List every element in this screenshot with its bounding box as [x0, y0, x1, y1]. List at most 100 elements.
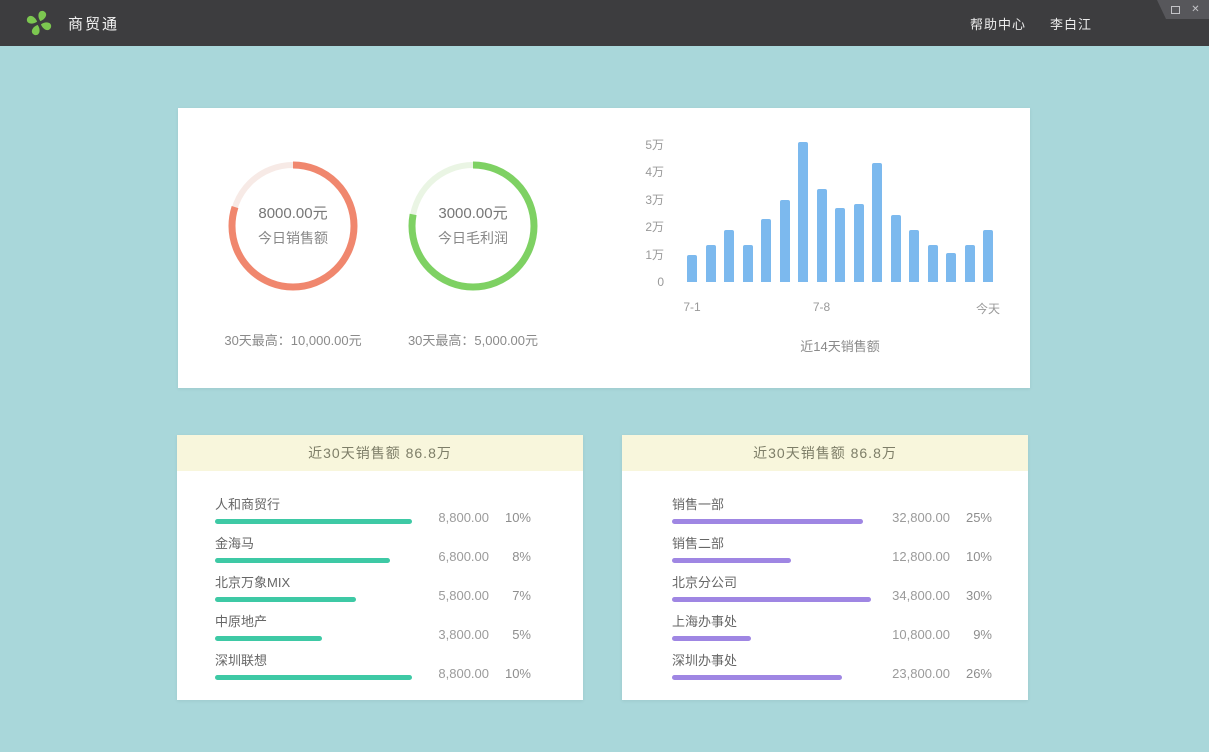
row-percent: 10% [489, 510, 531, 525]
row-figures: 34,800.00 30% [874, 588, 992, 603]
y-axis-tick: 5万 [638, 137, 664, 153]
row-percent: 10% [489, 666, 531, 681]
donut-chart: 3000.00元 今日毛利润 [408, 161, 538, 291]
row-main: 深圳联想 [215, 653, 413, 680]
row-figures: 6,800.00 8% [413, 549, 531, 564]
row-amount: 12,800.00 [874, 549, 950, 564]
help-center-link[interactable]: 帮助中心 [970, 14, 1026, 33]
close-icon: ✕ [1191, 5, 1199, 15]
bar [761, 219, 771, 282]
row-label: 深圳联想 [215, 653, 413, 669]
bar [835, 208, 845, 282]
donut-chart: 8000.00元 今日销售额 [228, 161, 358, 291]
customer-sales-panel: 近30天销售额 86.8万 人和商贸行 8,800.00 10% 金海马 6,8… [177, 435, 583, 700]
row-figures: 8,800.00 10% [413, 666, 531, 681]
progress-bar [215, 675, 412, 680]
progress-bar [215, 558, 390, 563]
donut-widget: 3000.00元 今日毛利润 30天最高：5,000.00元 [378, 153, 568, 349]
row-percent: 25% [950, 510, 992, 525]
row-amount: 5,800.00 [413, 588, 489, 603]
row-amount: 6,800.00 [413, 549, 489, 564]
minimize-button[interactable] [1150, 4, 1161, 16]
row-main: 金海马 [215, 536, 413, 563]
row-amount: 3,800.00 [413, 627, 489, 642]
progress-bar [215, 597, 356, 602]
row-figures: 5,800.00 7% [413, 588, 531, 603]
row-percent: 5% [489, 627, 531, 642]
bar [872, 163, 882, 282]
row-percent: 9% [950, 627, 992, 642]
row-label: 北京万象MIX [215, 575, 413, 591]
list-item: 北京分公司 34,800.00 30% [672, 575, 992, 602]
app-logo-pinwheel-icon [24, 8, 54, 38]
bar [743, 245, 753, 282]
user-menu[interactable]: 李白江 [1050, 14, 1092, 33]
donut-center-text: 3000.00元 今日毛利润 [408, 161, 538, 291]
main-content: 8000.00元 今日销售额 30天最高：10,000.00元 3000.00元… [0, 46, 1209, 700]
row-main: 北京分公司 [672, 575, 874, 602]
row-percent: 7% [489, 588, 531, 603]
progress-bar [215, 636, 322, 641]
x-axis-label: 今天 [976, 300, 1000, 317]
bar [798, 142, 808, 282]
donut-label: 今日毛利润 [438, 226, 508, 251]
close-button[interactable]: ✕ [1190, 4, 1201, 16]
row-label: 销售一部 [672, 497, 874, 513]
row-main: 销售一部 [672, 497, 874, 524]
list-item: 北京万象MIX 5,800.00 7% [215, 575, 531, 602]
y-axis-tick: 3万 [638, 192, 664, 208]
list-item: 中原地产 3,800.00 5% [215, 614, 531, 641]
list-item: 深圳联想 8,800.00 10% [215, 653, 531, 680]
row-main: 深圳办事处 [672, 653, 874, 680]
ranking-panels: 近30天销售额 86.8万 人和商贸行 8,800.00 10% 金海马 6,8… [177, 435, 1209, 700]
row-amount: 32,800.00 [874, 510, 950, 525]
donut-value: 8000.00元 [258, 201, 327, 226]
list-item: 上海办事处 10,800.00 9% [672, 614, 992, 641]
maximize-icon [1171, 6, 1180, 14]
bar [928, 245, 938, 282]
row-percent: 8% [489, 549, 531, 564]
list-item: 人和商贸行 8,800.00 10% [215, 497, 531, 524]
today-overview-card: 8000.00元 今日销售额 30天最高：10,000.00元 3000.00元… [178, 108, 1030, 388]
maximize-button[interactable] [1170, 4, 1181, 16]
y-axis-tick: 4万 [638, 164, 664, 180]
y-axis-tick: 0 [638, 274, 664, 290]
panel-title: 近30天销售额 86.8万 [622, 435, 1028, 471]
bar [706, 245, 716, 282]
panel-title: 近30天销售额 86.8万 [177, 435, 583, 471]
row-figures: 23,800.00 26% [874, 666, 992, 681]
row-figures: 32,800.00 25% [874, 510, 992, 525]
list-item: 销售一部 32,800.00 25% [672, 497, 992, 524]
row-label: 上海办事处 [672, 614, 874, 630]
row-main: 中原地产 [215, 614, 413, 641]
x-axis-label: 7-8 [813, 300, 830, 314]
titlebar-menu: 帮助中心 李白江 [970, 14, 1092, 33]
list-item: 销售二部 12,800.00 10% [672, 536, 992, 563]
donut-center-text: 8000.00元 今日销售额 [228, 161, 358, 291]
panel-list: 人和商贸行 8,800.00 10% 金海马 6,800.00 8% 北京万象M… [177, 471, 583, 680]
x-axis-label: 7-1 [683, 300, 700, 314]
bar [817, 189, 827, 282]
row-amount: 10,800.00 [874, 627, 950, 642]
row-label: 金海马 [215, 536, 413, 552]
bar [891, 215, 901, 282]
progress-bar [672, 597, 871, 602]
row-label: 北京分公司 [672, 575, 874, 591]
department-sales-panel: 近30天销售额 86.8万 销售一部 32,800.00 25% 销售二部 12… [622, 435, 1028, 700]
window-controls: ✕ [1145, 0, 1209, 19]
panel-list: 销售一部 32,800.00 25% 销售二部 12,800.00 10% 北京… [622, 471, 1028, 680]
app-title: 商贸通 [68, 13, 119, 34]
row-main: 北京万象MIX [215, 575, 413, 602]
row-percent: 10% [950, 549, 992, 564]
row-figures: 3,800.00 5% [413, 627, 531, 642]
row-percent: 30% [950, 588, 992, 603]
progress-bar [672, 636, 751, 641]
donut-widget: 8000.00元 今日销售额 30天最高：10,000.00元 [198, 153, 388, 349]
row-amount: 8,800.00 [413, 510, 489, 525]
progress-bar [672, 675, 842, 680]
donut-footer: 30天最高：5,000.00元 [378, 330, 568, 349]
donut-label: 今日销售额 [258, 226, 328, 251]
row-amount: 34,800.00 [874, 588, 950, 603]
row-label: 中原地产 [215, 614, 413, 630]
bar [854, 204, 864, 282]
